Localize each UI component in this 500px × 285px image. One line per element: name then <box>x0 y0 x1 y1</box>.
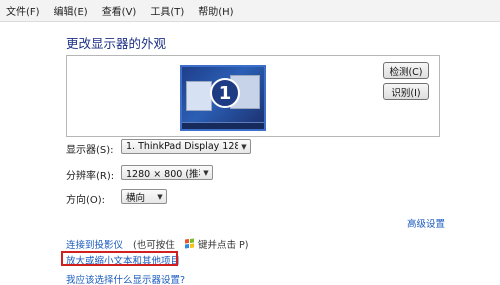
resolution-label: 分辨率(R): <box>66 171 115 182</box>
identify-button[interactable]: 识别(I) <box>383 83 429 100</box>
projector-hint-prefix: (也可按住 <box>133 240 175 251</box>
windows-logo-icon <box>185 238 194 249</box>
connect-projector-link[interactable]: 连接到投影仪 <box>66 237 123 251</box>
display-select-value: 1. ThinkPad Display 1280x800 <box>126 141 238 152</box>
menu-help[interactable]: 帮助(H) <box>198 3 233 18</box>
display-select[interactable]: 1. ThinkPad Display 1280x800 ▼ <box>121 139 251 154</box>
display-label: 显示器(S): <box>66 145 114 156</box>
chevron-down-icon: ▼ <box>241 142 247 151</box>
resolution-select-value: 1280 × 800 (推荐) <box>126 168 200 180</box>
menu-tools[interactable]: 工具(T) <box>150 3 184 18</box>
orientation-select-value: 横向 <box>126 192 146 204</box>
detect-button[interactable]: 检测(C) <box>383 62 429 79</box>
projector-hint-suffix: 键并点击 P) <box>198 240 249 251</box>
menu-view[interactable]: 查看(V) <box>102 3 137 18</box>
monitor-number-badge: 1 <box>210 78 240 108</box>
orientation-label: 方向(O): <box>66 195 106 206</box>
chevron-down-icon: ▼ <box>203 168 209 177</box>
monitor-arrangement-panel: 1 检测(C) 识别(I) <box>66 55 440 137</box>
resolution-select[interactable]: 1280 × 800 (推荐) ▼ <box>121 165 213 180</box>
menu-file[interactable]: 文件(F) <box>6 3 40 18</box>
orientation-select[interactable]: 横向 ▼ <box>121 189 167 204</box>
which-display-settings-link[interactable]: 我应该选择什么显示器设置? <box>66 272 185 285</box>
highlight-box <box>61 251 178 266</box>
advanced-settings-link[interactable]: 高级设置 <box>407 216 445 230</box>
page-title: 更改显示器的外观 <box>66 36 167 51</box>
chevron-down-icon: ▼ <box>157 192 163 201</box>
menu-edit[interactable]: 编辑(E) <box>54 3 88 18</box>
main-content: 更改显示器的外观 1 检测(C) 识别(I) 显示器(S): 1. ThinkP… <box>0 22 500 285</box>
window-thumbnail <box>186 81 212 111</box>
monitor-taskbar <box>182 122 264 129</box>
menu-bar: 文件(F) 编辑(E) 查看(V) 工具(T) 帮助(H) <box>0 0 500 22</box>
monitor-1-preview[interactable]: 1 <box>180 65 266 131</box>
